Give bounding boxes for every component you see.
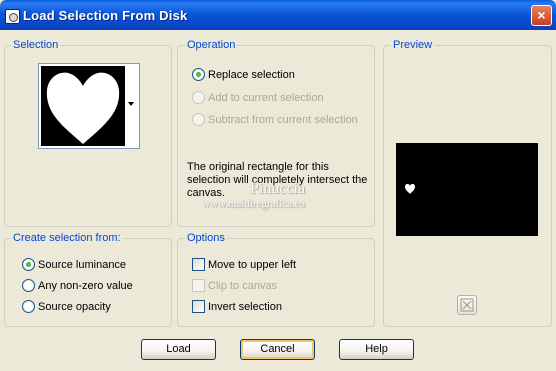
- title-bar[interactable]: Load Selection From Disk ×: [0, 0, 556, 30]
- close-button[interactable]: ×: [531, 5, 552, 26]
- heart-selection-thumbnail: [46, 72, 120, 144]
- invert-selection-label: Invert selection: [208, 301, 282, 313]
- load-button[interactable]: Load: [141, 339, 216, 360]
- subtract-from-selection-label: Subtract from current selection: [208, 114, 358, 126]
- zoom-preview-button[interactable]: [457, 295, 477, 315]
- heart-preview-icon: [405, 183, 415, 194]
- move-to-upper-left-checkbox[interactable]: [192, 258, 205, 271]
- source-luminance-label: Source luminance: [38, 259, 127, 271]
- preview-canvas: [396, 143, 538, 236]
- selection-thumbnail: [41, 66, 125, 146]
- any-non-zero-value-label: Any non-zero value: [38, 280, 133, 292]
- add-to-selection-radio: [192, 91, 205, 104]
- move-to-upper-left-label: Move to upper left: [208, 259, 297, 271]
- options-legend: Options: [185, 232, 227, 245]
- clip-to-canvas-label: Clip to canvas: [208, 280, 278, 292]
- window-title: Load Selection From Disk: [23, 8, 188, 23]
- operation-legend: Operation: [185, 39, 238, 52]
- help-button[interactable]: Help: [339, 339, 414, 360]
- add-to-selection-label: Add to current selection: [208, 92, 324, 104]
- source-luminance-radio[interactable]: [22, 258, 35, 271]
- source-opacity-label: Source opacity: [38, 301, 111, 313]
- source-opacity-radio[interactable]: [22, 300, 35, 313]
- dropdown-arrow-icon[interactable]: [128, 102, 134, 106]
- invert-selection-checkbox[interactable]: [192, 300, 205, 313]
- app-icon: [5, 9, 20, 24]
- selection-legend: Selection: [11, 39, 61, 52]
- subtract-from-selection-radio: [192, 113, 205, 126]
- any-non-zero-value-radio[interactable]: [22, 279, 35, 292]
- replace-selection-radio[interactable]: [192, 68, 205, 81]
- cancel-button[interactable]: Cancel: [240, 339, 315, 360]
- replace-selection-label: Replace selection: [208, 69, 295, 81]
- watermark-url: www.maidiregrafica.eu: [202, 198, 306, 210]
- close-icon: ×: [537, 7, 546, 23]
- clip-to-canvas-checkbox: [192, 279, 205, 292]
- watermark-name: Pinuccia: [250, 180, 306, 197]
- zoom-preview-icon: [460, 298, 474, 312]
- preview-legend: Preview: [391, 39, 435, 52]
- create-selection-from-legend: Create selection from:: [11, 232, 123, 245]
- selection-thumbnail-dropdown[interactable]: [38, 63, 140, 149]
